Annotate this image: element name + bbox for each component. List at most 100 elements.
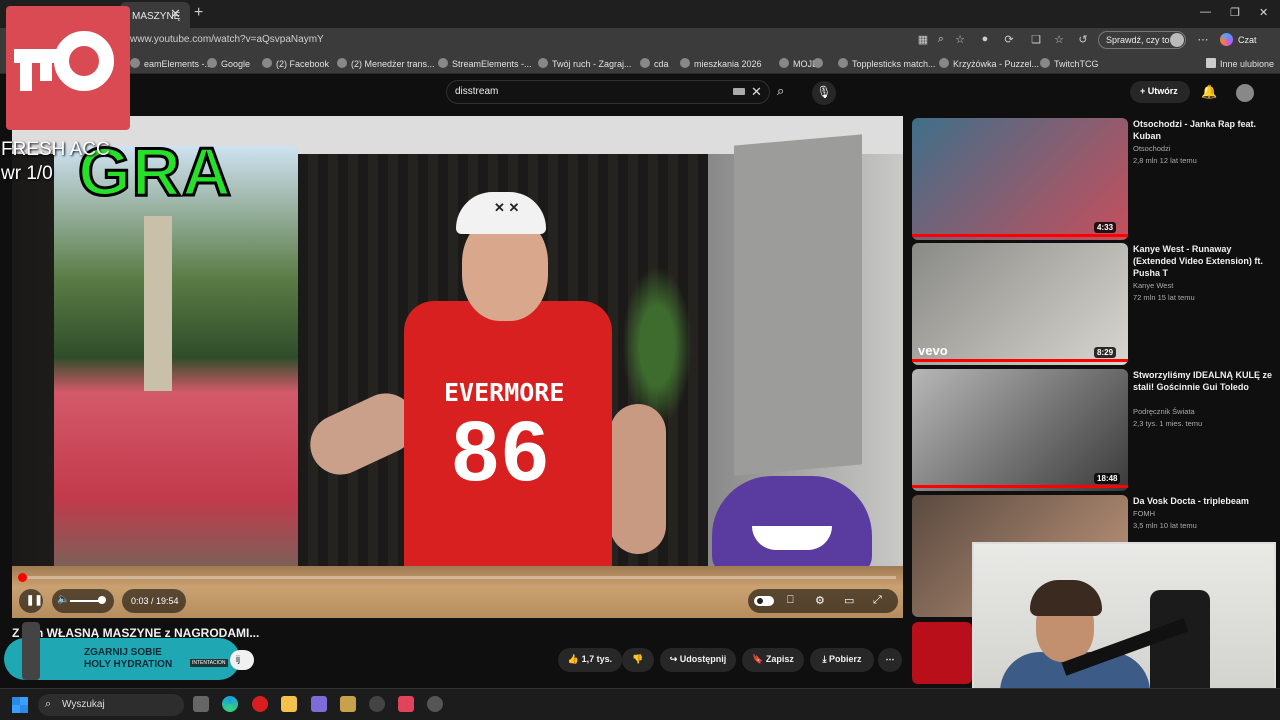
subscribe-label: ij (236, 654, 240, 664)
bookmark-label: StreamElements -... (452, 59, 532, 69)
windows-start-icon[interactable] (12, 697, 28, 713)
pause-button[interactable]: ❚❚ (19, 589, 43, 613)
recommendation-title[interactable]: Da Vosk Docta - triplebeam (1133, 495, 1273, 507)
subtitles-icon[interactable]: ⎕ (787, 594, 794, 607)
download-button[interactable]: ⤓ Pobierz (810, 648, 874, 672)
more-menu-icon[interactable]: ⋯ (1196, 33, 1210, 46)
bookmark-item[interactable]: cda (640, 58, 669, 69)
more-actions-button[interactable]: ⋯ (878, 648, 902, 672)
obs-icon[interactable] (427, 696, 443, 712)
person-arm-right (610, 404, 666, 554)
recommendation-title[interactable]: Stworzyliśmy IDEALNĄ KULĘ ze stali! Gośc… (1133, 369, 1273, 393)
bookmark-item[interactable]: TwitchTCG (1040, 58, 1099, 69)
recommendation-title[interactable]: Otsochodzi - Janka Rap feat. Kuban (1133, 118, 1273, 142)
bookmark-label: Topplesticks match... (852, 59, 936, 69)
recommendation-title[interactable]: Kanye West - Runaway (Extended Video Ext… (1133, 243, 1273, 279)
bookmark-item[interactable]: Topplesticks match... (838, 58, 936, 69)
close-tab-icon[interactable]: ✕ (170, 6, 181, 22)
bookmark-icon: 🔖 (752, 654, 766, 664)
video-player[interactable]: ✕ ✕ EVERMORE 86 GRA ❚❚ 🔈 0:03 / 19:54 ⎕ … (12, 116, 903, 618)
league-icon[interactable] (340, 696, 356, 712)
microphone-icon[interactable]: 🎙 (812, 81, 836, 105)
stream-overlay-text: FRESH ACC wr 1/0 (1, 138, 110, 186)
share-button[interactable]: ↪ Udostępnij (660, 648, 736, 672)
time-display: 0:03 / 19:54 (122, 589, 186, 613)
recommendation-meta: 72 mln 15 lat temu (1133, 293, 1195, 302)
subscribe-button[interactable]: ij (230, 650, 254, 670)
copilot-icon[interactable] (1220, 33, 1233, 46)
miniplayer-icon[interactable]: ▭ (844, 594, 854, 607)
progress-scrubber[interactable] (18, 573, 27, 582)
other-favorites-label: Inne ulubione (1220, 59, 1275, 69)
create-button[interactable]: + Utwórz (1130, 81, 1190, 103)
video-scene-plant (622, 266, 692, 426)
bookmark-item[interactable]: Krzyżówka - Puzzel... (939, 58, 1039, 69)
browser-tab-bar (0, 0, 1280, 28)
sponsor-tag: INTENTACION (190, 659, 228, 667)
save-button[interactable]: 🔖 Zapisz (742, 648, 804, 672)
extension-icon[interactable]: ● (978, 33, 992, 45)
taskbar-search[interactable]: Wyszukaj (38, 694, 184, 716)
video-inset-photo (54, 146, 298, 586)
save-label: Zapisz (765, 654, 794, 664)
app-icon[interactable] (369, 696, 385, 712)
valorant-icon[interactable] (398, 696, 414, 712)
zoom-icon[interactable]: ⌕ (934, 33, 948, 45)
bookmark-item[interactable]: (2) Menedżer trans... (337, 58, 435, 69)
recommendation-channel[interactable]: Kanye West (1133, 281, 1173, 290)
volume-slider-handle[interactable] (98, 596, 106, 604)
search-icon[interactable]: ⌕ (777, 83, 784, 99)
url-field[interactable]: www.youtube.com/watch?v=aQsvpaNaymY (130, 34, 324, 45)
progress-bar[interactable] (20, 576, 896, 579)
notifications-bell-icon[interactable]: 🔔 (1201, 84, 1217, 100)
grid-icon[interactable]: ▦ (916, 33, 930, 46)
close-window-icon[interactable]: ✕ (1259, 6, 1268, 19)
minimize-icon[interactable]: — (1200, 6, 1211, 18)
share-label: Udostępnij (679, 654, 727, 664)
bookmark-favicon-icon (813, 58, 823, 68)
bookmark-item[interactable]: Twój ruch - Zagraj... (538, 58, 632, 69)
copilot-label[interactable]: Czat (1238, 35, 1257, 45)
bookmark-item[interactable]: mieszkania 2026 (680, 58, 762, 69)
keyboard-icon[interactable] (733, 88, 745, 95)
restore-icon[interactable]: ❐ (1230, 6, 1240, 19)
webcam-person-hair (1030, 580, 1102, 616)
settings-gear-icon[interactable]: ⚙ (815, 594, 825, 607)
sponsor-line-1: ZGARNIJ SOBIE (84, 647, 162, 658)
refresh-extension-icon[interactable]: ⟳ (1002, 33, 1016, 46)
bookmark-item[interactable]: eamElements -... (130, 58, 212, 69)
favorite-star-icon[interactable]: ☆ (953, 33, 967, 46)
recommendation-channel[interactable]: Podręcznik Świata (1133, 407, 1195, 416)
account-avatar[interactable] (1236, 84, 1254, 102)
recommendation-channel[interactable]: FOMH (1133, 509, 1155, 518)
collections-icon[interactable]: ❏ (1029, 33, 1043, 46)
bookmark-item[interactable]: Google (207, 58, 250, 69)
favorites-icon[interactable]: ☆ (1052, 33, 1066, 46)
bookmark-label: (2) Menedżer trans... (351, 59, 435, 69)
bookmark-item[interactable]: StreamElements -... (438, 58, 532, 69)
other-favorites[interactable]: Inne ulubione (1206, 58, 1274, 69)
history-icon[interactable]: ↺ (1076, 33, 1090, 46)
fullscreen-icon[interactable]: ⤢ (873, 594, 882, 607)
bookmark-favicon-icon (680, 58, 690, 68)
bookmark-item[interactable]: (2) Facebook (262, 58, 329, 69)
dislike-button[interactable]: 👎 (622, 648, 654, 672)
volume-icon[interactable]: 🔈 (57, 594, 69, 605)
bookmark-favicon-icon (838, 58, 848, 68)
teams-icon[interactable] (311, 696, 327, 712)
folder-icon (1206, 58, 1216, 68)
opera-icon[interactable] (252, 696, 268, 712)
plush-toy-grin (752, 526, 832, 550)
bookmark-item[interactable] (813, 58, 827, 69)
new-tab-icon[interactable]: + (194, 4, 203, 22)
file-explorer-icon[interactable] (281, 696, 297, 712)
like-button[interactable]: 👍 1,7 tys. (558, 648, 622, 672)
time-text: 0:03 / 19:54 (131, 596, 179, 606)
logo-stem-1 (20, 49, 32, 91)
clear-search-icon[interactable]: ✕ (751, 84, 762, 100)
recommendation-meta: 3,5 mln 10 lat temu (1133, 521, 1197, 530)
edge-browser-icon[interactable] (222, 696, 238, 712)
task-view-icon[interactable] (193, 696, 209, 712)
recommendation-channel[interactable]: Otsochodzi (1133, 144, 1171, 153)
recommendation-thumbnail-partial[interactable] (912, 622, 972, 684)
